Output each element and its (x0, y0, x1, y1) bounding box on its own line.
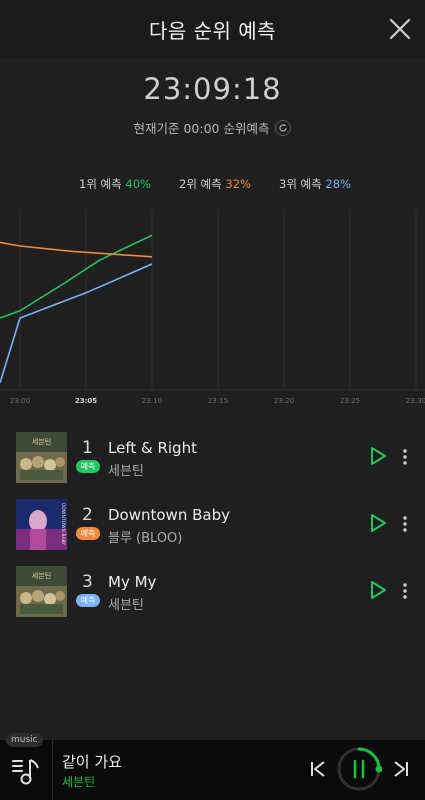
more-options-icon[interactable] (400, 581, 410, 601)
song-title: Left & Right (108, 439, 197, 457)
album-cover-seventeen: 세븐틴 (16, 566, 67, 617)
album-cover-seventeen: 세븐틴 (16, 432, 67, 483)
play-icon[interactable] (369, 446, 387, 466)
mini-player[interactable]: music 같이 가요 세븐틴 (0, 733, 425, 800)
song-row[interactable]: DOWNTOWN BABY 2 Downtown Baby 예측 블루 (BLO… (0, 499, 425, 551)
refresh-button[interactable] (275, 119, 292, 136)
rank-number: 1 (82, 438, 93, 458)
now-playing-title: 같이 가요 (62, 753, 122, 771)
song-title: Downtown Baby (108, 506, 230, 524)
legend-label: 3위 예측 (279, 177, 322, 191)
legend-pct: 28% (325, 177, 351, 191)
play-icon[interactable] (369, 580, 387, 600)
x-tick-label: 23:15 (208, 397, 228, 405)
cover-text: DOWNTOWN BABY (60, 503, 66, 545)
prediction-chart: 23:00 23:05 23:10 23:15 23:20 23:25 23:30 (0, 210, 425, 405)
x-tick-label: 23:20 (274, 397, 294, 405)
rank-number: 2 (82, 505, 93, 525)
basis-row: 현재기준 00:00 순위예측 (0, 118, 425, 137)
song-artist: 세븐틴 (108, 464, 144, 479)
x-tick-label: 23:30 (406, 397, 425, 405)
refresh-icon (279, 123, 288, 132)
cover-text: 세븐틴 (32, 571, 51, 580)
pause-icon (353, 759, 365, 779)
next-track-icon[interactable] (392, 760, 410, 778)
x-tick-label: 23:00 (10, 397, 30, 405)
basis-text: 현재기준 00:00 순위예측 (133, 121, 270, 136)
page-title: 다음 순위 예측 (148, 18, 277, 43)
song-artist: 세븐틴 (108, 598, 144, 613)
x-tick-label: 23:25 (340, 397, 360, 405)
legend-item-rank3: 3위 예측 28% (279, 176, 351, 192)
countdown-clock: 23:09:18 (143, 72, 282, 106)
divider (52, 740, 53, 800)
album-cover-bloo: DOWNTOWN BABY (16, 499, 67, 550)
series-line-3 (0, 263, 153, 384)
rank-number: 3 (82, 572, 93, 592)
prediction-badge: 예측 (76, 527, 100, 540)
cover-text: 세븐틴 (32, 437, 51, 446)
play-icon[interactable] (369, 513, 387, 533)
series-line-2 (0, 241, 153, 258)
legend-pct: 40% (125, 177, 151, 191)
playlist-menu-icon[interactable] (10, 754, 44, 788)
more-options-icon[interactable] (400, 514, 410, 534)
series-line-1 (0, 234, 153, 319)
x-tick-label: 23:10 (142, 397, 162, 405)
song-row[interactable]: 세븐틴 1 Left & Right 예측 세븐틴 (0, 432, 425, 484)
legend-item-rank2: 2위 예측 32% (179, 176, 251, 192)
prediction-badge: 예측 (76, 460, 100, 473)
song-title: My My (108, 573, 157, 591)
legend-label: 1위 예측 (79, 177, 122, 191)
legend-label: 2위 예측 (179, 177, 222, 191)
song-artist: 블루 (BLOO) (108, 531, 183, 546)
close-icon[interactable] (389, 18, 411, 40)
now-playing-artist: 세븐틴 (62, 775, 96, 789)
x-tick-label: 23:05 (75, 397, 97, 405)
header: 다음 순위 예측 (0, 0, 425, 58)
song-row[interactable]: 세븐틴 3 My My 예측 세븐틴 (0, 566, 425, 618)
progress-dot (375, 765, 382, 773)
legend-pct: 32% (225, 177, 251, 191)
legend-item-rank1: 1위 예측 40% (79, 176, 151, 192)
pause-button[interactable] (336, 746, 382, 792)
previous-track-icon[interactable] (309, 760, 327, 778)
music-tag: music (6, 733, 43, 747)
prediction-badge: 예측 (76, 594, 100, 607)
more-options-icon[interactable] (400, 447, 410, 467)
